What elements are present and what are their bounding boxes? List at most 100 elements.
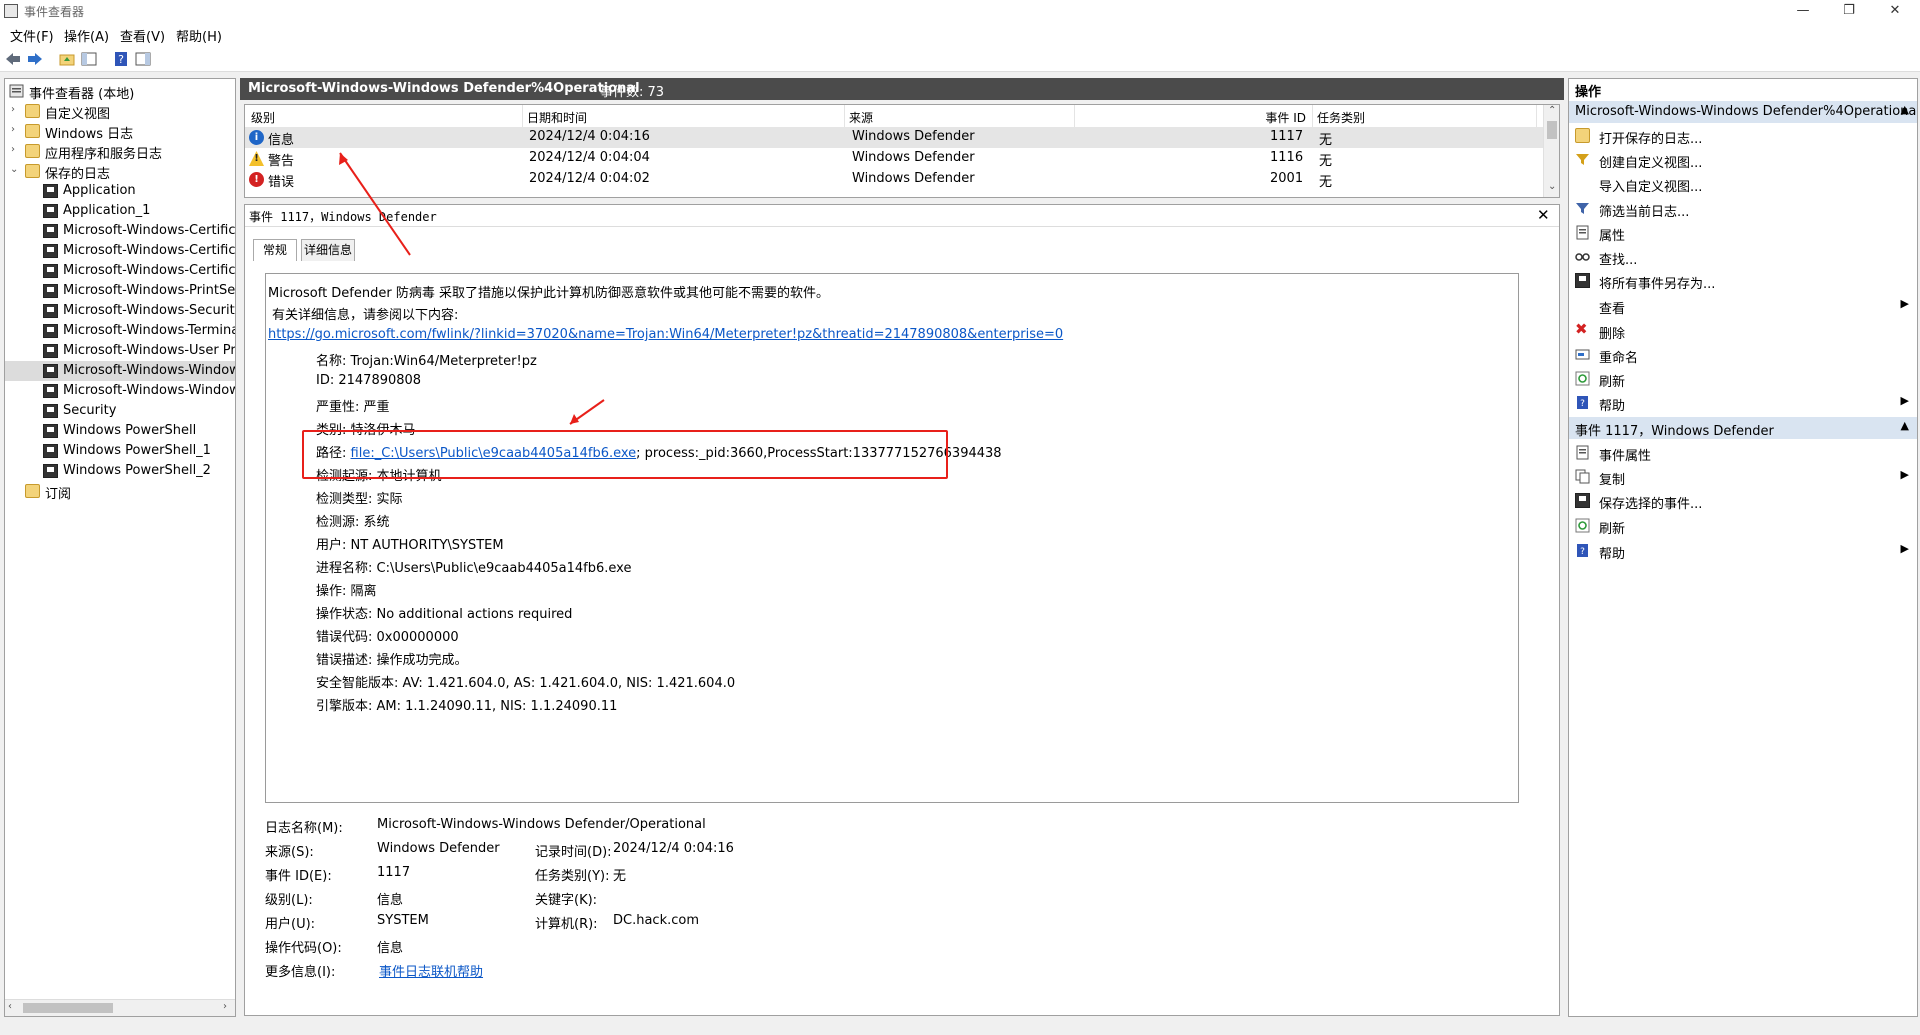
tree-item-saved-log[interactable]: Application_1 bbox=[5, 201, 235, 221]
detail-title: 事件 1117，Windows Defender bbox=[249, 210, 437, 224]
tree-item-event-viewer-local[interactable]: 事件查看器 (本地) bbox=[5, 81, 235, 102]
minimize-button[interactable]: — bbox=[1780, 0, 1826, 22]
action-filter-current-log[interactable]: 筛选当前日志... bbox=[1569, 197, 1917, 221]
action-properties[interactable]: 属性 bbox=[1569, 221, 1917, 245]
table-row[interactable]: ! 警告 2024/12/4 0:04:04 Windows Defender … bbox=[245, 148, 1543, 169]
horizontal-scrollbar[interactable]: ‹ › bbox=[5, 999, 235, 1016]
column-header-level[interactable]: 级别 bbox=[251, 105, 523, 127]
log-icon bbox=[43, 444, 58, 458]
tree-item-saved-log[interactable]: Microsoft-Windows-Certificat bbox=[5, 221, 235, 241]
action-refresh[interactable]: 刷新 bbox=[1569, 514, 1917, 538]
chevron-right-icon[interactable]: › bbox=[11, 104, 15, 115]
folder-icon bbox=[25, 124, 40, 138]
tab-details[interactable]: 详细信息 bbox=[301, 239, 355, 261]
toolbar: ? bbox=[0, 46, 1920, 72]
action-help[interactable]: ? 帮助 ▶ bbox=[1569, 539, 1917, 563]
open-log-icon bbox=[1575, 128, 1590, 143]
column-header-source[interactable]: 来源 bbox=[849, 105, 1075, 127]
restore-button[interactable]: ❐ bbox=[1826, 0, 1872, 22]
action-save-all-events[interactable]: 将所有事件另存为... bbox=[1569, 269, 1917, 293]
tree-item-saved-log[interactable]: Windows PowerShell_2 bbox=[5, 461, 235, 481]
action-rename[interactable]: 重命名 bbox=[1569, 343, 1917, 367]
show-action-pane-icon[interactable] bbox=[134, 50, 152, 68]
actions-section-event[interactable]: 事件 1117，Windows Defender ▲ bbox=[1569, 417, 1917, 439]
action-save-selected-events[interactable]: 保存选择的事件... bbox=[1569, 489, 1917, 513]
desc-error-desc: 错误描述: 操作成功完成。 bbox=[316, 653, 468, 668]
tree-item-saved-log[interactable]: Windows PowerShell_1 bbox=[5, 441, 235, 461]
menu-view[interactable]: 查看(V) bbox=[120, 26, 165, 45]
desc-fwlink[interactable]: https://go.microsoft.com/fwlink/?linkid=… bbox=[268, 327, 1063, 342]
action-create-custom-view[interactable]: 创建自定义视图... bbox=[1569, 148, 1917, 172]
tree-item-saved-log[interactable]: Microsoft-Windows-User Pro bbox=[5, 341, 235, 361]
tree-item-custom-views[interactable]: › 自定义视图 bbox=[5, 101, 235, 122]
column-header-event-id[interactable]: 事件 ID bbox=[1079, 105, 1313, 127]
delete-icon: ✖ bbox=[1575, 320, 1588, 338]
tab-general[interactable]: 常规 bbox=[253, 239, 297, 261]
scroll-right-icon[interactable]: › bbox=[223, 1001, 227, 1012]
action-open-saved-log[interactable]: 打开保存的日志... bbox=[1569, 124, 1917, 148]
tree-item-saved-log[interactable]: Microsoft-Windows-Security- bbox=[5, 301, 235, 321]
action-copy[interactable]: 复制 ▶ bbox=[1569, 465, 1917, 489]
tree-item-saved-log[interactable]: Microsoft-Windows-Certificat bbox=[5, 241, 235, 261]
tree-item-saved-log[interactable]: Microsoft-Windows-Terminal bbox=[5, 321, 235, 341]
chevron-down-icon[interactable]: ⌄ bbox=[10, 164, 18, 175]
back-arrow-icon[interactable] bbox=[4, 50, 22, 68]
tree-item-saved-log[interactable]: Microsoft-Windows-PrintServ bbox=[5, 281, 235, 301]
action-view[interactable]: 查看 ▶ bbox=[1569, 294, 1917, 318]
info-icon: i bbox=[249, 130, 264, 145]
navigation-tree: 事件查看器 (本地) › 自定义视图 › Windows 日志 › 应用程序和服… bbox=[4, 78, 236, 1017]
chevron-right-icon[interactable]: › bbox=[11, 144, 15, 155]
cell-task: 无 bbox=[1319, 175, 1333, 190]
tree-label: Windows 日志 bbox=[45, 127, 134, 142]
log-icon bbox=[43, 424, 58, 438]
prop-recorded-label: 记录时间(D): bbox=[535, 845, 612, 860]
forward-arrow-icon[interactable] bbox=[26, 50, 44, 68]
tree-item-saved-log-selected[interactable]: Microsoft-Windows-Windows bbox=[5, 361, 235, 381]
menu-file[interactable]: 文件(F) bbox=[10, 26, 54, 45]
collapse-icon[interactable]: ▲ bbox=[1901, 419, 1909, 432]
folder-icon bbox=[25, 104, 40, 118]
online-help-link[interactable]: 事件日志联机帮助 bbox=[379, 961, 483, 980]
collapse-icon[interactable]: ▲ bbox=[1901, 103, 1909, 116]
column-header-task[interactable]: 任务类别 bbox=[1317, 105, 1537, 127]
help-icon[interactable]: ? bbox=[112, 50, 130, 68]
action-label: 事件属性 bbox=[1599, 449, 1652, 464]
close-icon[interactable]: ✕ bbox=[1537, 206, 1550, 224]
menu-bar: 文件(F) 操作(A) 查看(V) 帮助(H) bbox=[0, 22, 1920, 46]
tree-item-saved-log[interactable]: Application bbox=[5, 181, 235, 201]
table-row-selected[interactable]: i 信息 2024/12/4 0:04:16 Windows Defender … bbox=[245, 127, 1543, 148]
action-delete[interactable]: ✖ 删除 bbox=[1569, 319, 1917, 343]
table-row[interactable]: ! 错误 2024/12/4 0:04:02 Windows Defender … bbox=[245, 169, 1543, 190]
submenu-arrow-icon: ▶ bbox=[1900, 542, 1909, 555]
show-hide-tree-icon[interactable] bbox=[80, 50, 98, 68]
tree-label: 事件查看器 (本地) bbox=[29, 87, 135, 102]
tree-item-saved-log[interactable]: Windows PowerShell bbox=[5, 421, 235, 441]
scroll-down-icon[interactable]: ⌄ bbox=[1548, 181, 1556, 192]
action-help[interactable]: ? 帮助 ▶ bbox=[1569, 391, 1917, 415]
close-window-button[interactable]: ✕ bbox=[1872, 0, 1918, 22]
tree-item-subscriptions[interactable]: 订阅 bbox=[5, 481, 235, 502]
scroll-up-icon[interactable]: ⌃ bbox=[1548, 105, 1556, 116]
menu-help[interactable]: 帮助(H) bbox=[176, 26, 222, 45]
scroll-left-icon[interactable]: ‹ bbox=[8, 1001, 12, 1012]
scroll-thumb[interactable] bbox=[1547, 121, 1557, 139]
column-header-datetime[interactable]: 日期和时间 bbox=[527, 105, 845, 127]
prop-level-label: 级别(L): bbox=[265, 893, 313, 908]
scroll-thumb[interactable] bbox=[23, 1003, 113, 1013]
tree-item-windows-logs[interactable]: › Windows 日志 bbox=[5, 121, 235, 142]
action-import-custom-view[interactable]: 导入自定义视图... bbox=[1569, 172, 1917, 196]
menu-action[interactable]: 操作(A) bbox=[64, 26, 109, 45]
action-refresh[interactable]: 刷新 bbox=[1569, 367, 1917, 391]
tree-item-app-service-logs[interactable]: › 应用程序和服务日志 bbox=[5, 141, 235, 162]
chevron-right-icon[interactable]: › bbox=[11, 124, 15, 135]
tree-item-saved-log[interactable]: Security bbox=[5, 401, 235, 421]
vertical-scrollbar[interactable]: ⌃ ⌄ bbox=[1543, 105, 1559, 197]
up-folder-icon[interactable] bbox=[58, 50, 76, 68]
tree-item-saved-logs[interactable]: ⌄ 保存的日志 bbox=[5, 161, 235, 182]
tree-item-saved-log[interactable]: Microsoft-Windows-Certificat bbox=[5, 261, 235, 281]
actions-section-log[interactable]: Microsoft-Windows-Windows Defender%4Oper… bbox=[1569, 101, 1917, 123]
cell-event-id: 1116 bbox=[1270, 150, 1304, 165]
action-event-properties[interactable]: 事件属性 bbox=[1569, 441, 1917, 465]
tree-item-saved-log[interactable]: Microsoft-Windows-Windows bbox=[5, 381, 235, 401]
action-find[interactable]: 查找... bbox=[1569, 245, 1917, 269]
